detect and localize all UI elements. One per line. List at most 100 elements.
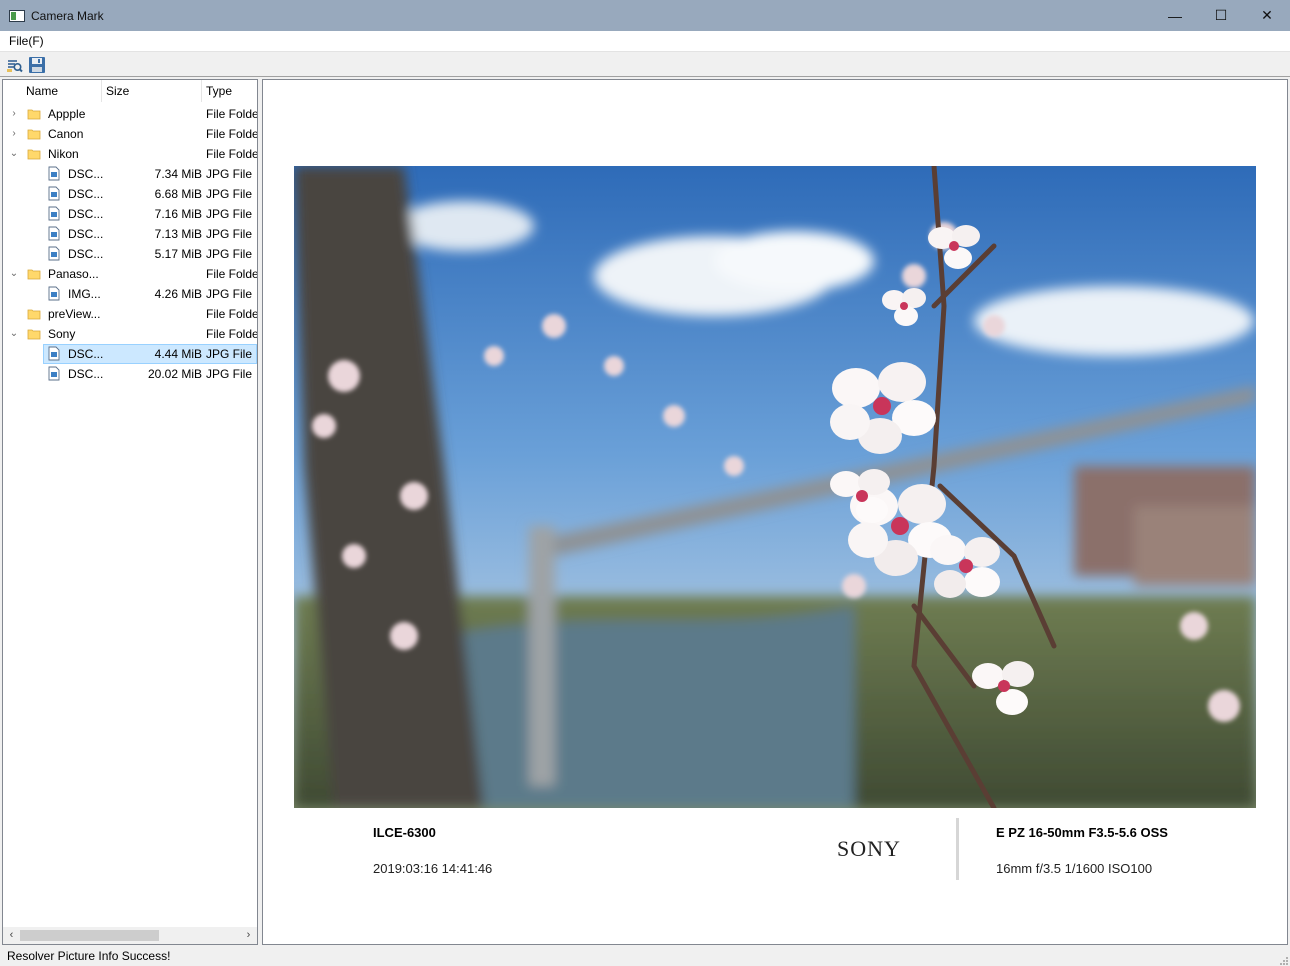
row-type: File Folde [206, 147, 258, 161]
chevron-right-icon[interactable]: › [8, 128, 20, 140]
no-expander[interactable] [8, 288, 20, 300]
tree-folder-row[interactable]: ⌄ Sony File Folde [3, 324, 258, 344]
row-type: File Folde [206, 107, 258, 121]
title-bar[interactable]: Camera Mark — ☐ ✕ [0, 0, 1290, 31]
row-type: JPG File [206, 287, 253, 301]
image-file-icon [48, 246, 60, 261]
maximize-button[interactable]: ☐ [1198, 0, 1244, 31]
row-name: DSC... [68, 347, 104, 361]
row-size: 7.13 MiB [154, 227, 202, 241]
row-name: Canon [48, 127, 84, 141]
row-name: DSC... [68, 187, 104, 201]
row-size: 20.02 MiB [147, 367, 202, 381]
row-type: JPG File [206, 207, 253, 221]
no-expander[interactable] [8, 248, 20, 260]
tree-file-row[interactable]: DSC... 7.34 MiB JPG File [3, 164, 257, 184]
tree-folder-row[interactable]: ⌄ Nikon File Folde [3, 144, 258, 164]
horizontal-scrollbar[interactable]: ‹ › [3, 927, 257, 944]
row-size: 6.68 MiB [154, 187, 202, 201]
image-file-icon [48, 186, 60, 201]
chevron-down-icon[interactable]: ⌄ [8, 328, 20, 340]
capture-datetime: 2019:03:16 14:41:46 [373, 861, 493, 876]
app-icon [9, 9, 25, 22]
status-bar: Resolver Picture Info Success! [0, 946, 1290, 966]
row-type: File Folde [206, 127, 258, 141]
row-type: JPG File [206, 227, 253, 241]
folder-icon [27, 147, 41, 161]
row-type: JPG File [206, 347, 253, 361]
tree-folder-row[interactable]: preView... File Folde [3, 304, 258, 324]
row-name: Panaso... [48, 267, 99, 281]
lens-model: E PZ 16-50mm F3.5-5.6 OSS [996, 825, 1168, 840]
row-name: DSC... [68, 247, 104, 261]
column-divider[interactable] [201, 80, 202, 102]
column-header-name[interactable]: Name [26, 84, 58, 98]
row-name: DSC... [68, 167, 104, 181]
image-file-icon [48, 286, 60, 301]
tree-file-row[interactable]: IMG... 4.26 MiB JPG File [3, 284, 257, 304]
column-header-type[interactable]: Type [206, 84, 232, 98]
tree-folder-row[interactable]: › Appple File Folde [3, 104, 258, 124]
tree-file-row[interactable]: DSC... 4.44 MiB JPG File [3, 344, 257, 364]
window-title: Camera Mark [31, 8, 104, 23]
row-type: JPG File [206, 167, 253, 181]
exif-settings: 16mm f/3.5 1/1600 ISO100 [996, 861, 1153, 876]
file-tree-panel[interactable]: Name Size Type › Appple File Folde › Canon Fi… [2, 79, 258, 945]
column-header-size[interactable]: Size [106, 84, 129, 98]
status-text: Resolver Picture Info Success! [7, 949, 171, 963]
folder-icon [27, 327, 41, 341]
image-file-icon [48, 166, 60, 181]
no-expander[interactable] [8, 228, 20, 240]
row-type: File Folde [206, 327, 258, 341]
tree-file-row[interactable]: DSC... 7.16 MiB JPG File [3, 204, 257, 224]
tree-file-row[interactable]: DSC... 7.13 MiB JPG File [3, 224, 257, 244]
floppy-save-icon[interactable] [28, 56, 46, 74]
camera-brand-logo: SONY [837, 836, 901, 861]
open-folder-search-icon[interactable] [6, 56, 24, 74]
no-expander[interactable] [8, 188, 20, 200]
no-expander[interactable] [8, 168, 20, 180]
column-divider[interactable] [101, 80, 102, 102]
chevron-down-icon[interactable]: ⌄ [8, 268, 20, 280]
no-expander[interactable] [8, 348, 20, 360]
row-size: 4.26 MiB [154, 287, 202, 301]
row-size: 5.17 MiB [154, 247, 202, 261]
close-button[interactable]: ✕ [1244, 0, 1290, 31]
no-expander[interactable] [8, 208, 20, 220]
scroll-right-icon[interactable]: › [240, 927, 257, 944]
no-expander[interactable] [8, 308, 20, 320]
row-size: 7.16 MiB [154, 207, 202, 221]
tree-column-header: Name Size Type [3, 80, 257, 102]
row-name: DSC... [68, 227, 104, 241]
resize-grip-icon[interactable] [1278, 954, 1288, 965]
chevron-down-icon[interactable]: ⌄ [8, 148, 20, 160]
no-expander[interactable] [8, 368, 20, 380]
row-name: DSC... [68, 367, 104, 381]
preview-panel: ILCE-6300 2019:03:16 14:41:46 SONY E PZ … [262, 79, 1288, 945]
image-file-icon [48, 366, 60, 381]
minimize-button[interactable]: — [1152, 0, 1198, 31]
mark-divider [956, 818, 959, 880]
row-name: IMG... [68, 287, 101, 301]
tree-file-row[interactable]: DSC... 6.68 MiB JPG File [3, 184, 257, 204]
row-type: File Folde [206, 307, 258, 321]
folder-icon [27, 127, 41, 141]
scroll-thumb[interactable] [20, 930, 159, 941]
row-type: JPG File [206, 367, 253, 381]
tree-folder-row[interactable]: › Canon File Folde [3, 124, 258, 144]
tree-file-row[interactable]: DSC... 20.02 MiB JPG File [3, 364, 257, 384]
image-file-icon [48, 206, 60, 221]
image-file-icon [48, 346, 60, 361]
row-type: JPG File [206, 187, 253, 201]
tree-folder-row[interactable]: ⌄ Panaso... File Folde [3, 264, 257, 284]
menu-bar: File(F) [0, 31, 1290, 52]
row-name: preView... [48, 307, 101, 321]
menu-file[interactable]: File(F) [9, 34, 44, 48]
folder-icon [27, 267, 41, 281]
chevron-right-icon[interactable]: › [8, 108, 20, 120]
scroll-left-icon[interactable]: ‹ [3, 927, 20, 944]
window-controls: — ☐ ✕ [1152, 0, 1290, 31]
tree-file-row[interactable]: DSC... 5.17 MiB JPG File [3, 244, 257, 264]
row-size: 7.34 MiB [154, 167, 202, 181]
tree-rows: › Appple File Folde › Canon File Folde ⌄ Nikon F… [3, 104, 258, 384]
